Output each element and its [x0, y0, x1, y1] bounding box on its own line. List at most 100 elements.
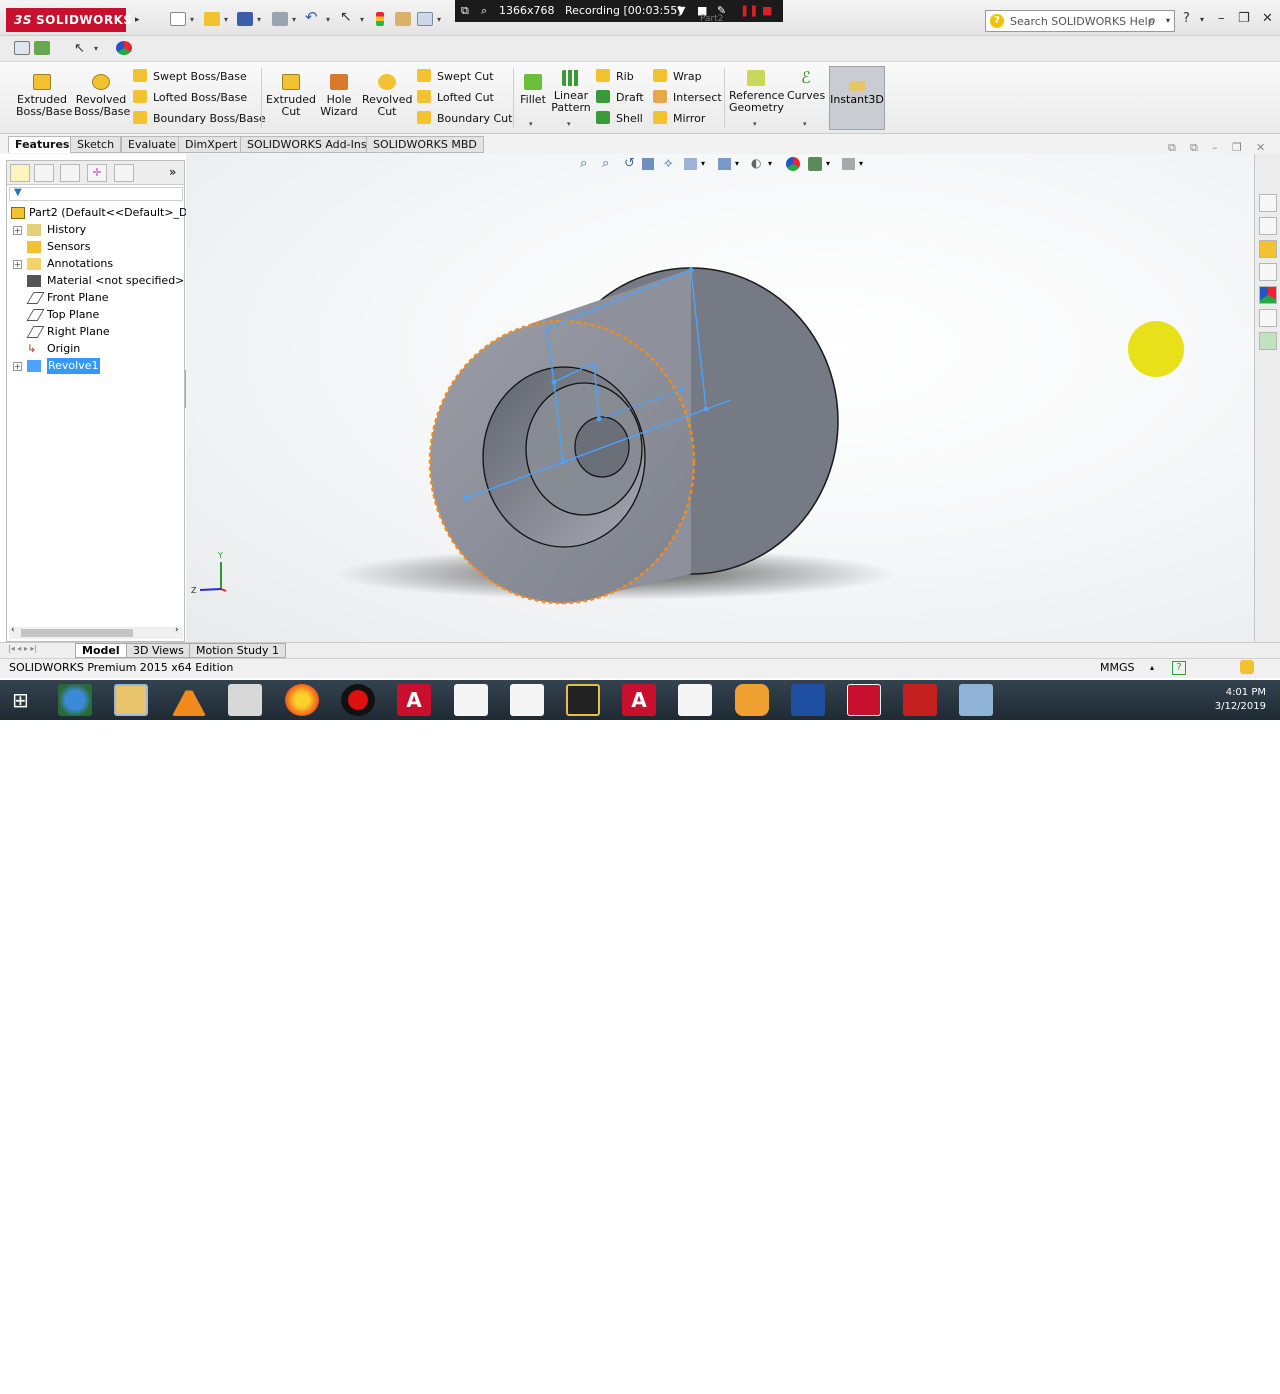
unit-system[interactable]: MMGS [1100, 659, 1135, 677]
recorder-pause-icon[interactable]: ❚❚ [740, 4, 758, 17]
revit-icon[interactable] [791, 684, 825, 716]
tab-mbd[interactable]: SOLIDWORKS MBD [366, 136, 484, 153]
solidworks-taskbar-icon[interactable] [847, 684, 881, 716]
fillet-dropdown-icon[interactable]: ▾ [529, 120, 533, 128]
pointer-icon[interactable]: ↖ [74, 41, 90, 56]
document-icon[interactable] [454, 684, 488, 716]
tile-vertical-icon[interactable]: ⧉ [1190, 141, 1198, 155]
curves-dropdown-icon[interactable]: ▾ [803, 120, 807, 128]
tab-evaluate[interactable]: Evaluate [121, 136, 184, 153]
help-icon[interactable]: ? [1183, 11, 1190, 26]
graphics-restore-icon[interactable]: ❐ [1232, 141, 1242, 154]
appearances-scenes-icon[interactable] [1259, 286, 1277, 304]
tab-model[interactable]: Model [75, 643, 127, 658]
pdf-reader-icon[interactable] [903, 684, 937, 716]
solidworks-resources-icon[interactable] [1259, 194, 1277, 212]
boundary-boss-button[interactable]: Boundary Boss/Base [133, 110, 266, 128]
intersect-button[interactable]: Intersect [653, 89, 722, 107]
curves-button[interactable]: ℰ Curves [787, 70, 825, 102]
swept-cut-button[interactable]: Swept Cut [417, 68, 494, 86]
save-dropdown-icon[interactable]: ▾ [257, 15, 261, 24]
minimize-icon[interactable]: – [1218, 11, 1225, 26]
options-icon[interactable] [417, 12, 433, 26]
draft-button[interactable]: Draft [596, 89, 644, 107]
expand-icon[interactable]: + [13, 226, 22, 235]
vlc-player-icon[interactable] [172, 684, 206, 716]
boundary-cut-button[interactable]: Boundary Cut [417, 110, 512, 128]
system-clock[interactable]: 4:01 PM 3/12/2019 [1215, 686, 1266, 714]
recorder-stop-icon[interactable]: ■ [762, 4, 772, 17]
undo-dropdown-icon[interactable]: ▾ [326, 15, 330, 24]
solidworks-logo[interactable]: 3S SOLIDWORKS ▸ [6, 8, 139, 32]
search-icon[interactable]: ⌕ [1149, 13, 1156, 28]
tree-filter-field[interactable]: ▼ [9, 187, 183, 201]
help-dropdown-icon[interactable]: ▾ [1200, 15, 1204, 24]
scroll-left-icon[interactable]: ‹ [11, 625, 15, 635]
appearance-icon[interactable] [116, 41, 132, 55]
options-dropdown-icon[interactable]: ▾ [437, 15, 441, 24]
notification-icon[interactable] [1240, 660, 1254, 674]
reference-geometry-button[interactable]: Reference Geometry [729, 70, 784, 114]
calculator-icon[interactable] [959, 684, 993, 716]
file-explorer-taskbar-icon[interactable] [114, 684, 148, 716]
view-palette-icon[interactable] [1259, 263, 1277, 281]
pattern-dropdown-icon[interactable]: ▾ [567, 120, 571, 128]
tab-3d-views[interactable]: 3D Views [126, 643, 191, 658]
dimxpert-tab-icon[interactable]: ✛ [87, 164, 107, 182]
rib-button[interactable]: Rib [596, 68, 634, 86]
tile-horizontal-icon[interactable]: ⧉ [1168, 141, 1176, 155]
configuration-icon[interactable] [34, 41, 50, 55]
recorder-dropdown-icon[interactable]: ▼ [677, 4, 685, 17]
windows-start-icon[interactable]: ⊞ [12, 690, 29, 710]
revolved-boss-button[interactable]: Revolved Boss/Base [74, 74, 130, 118]
recorder-zoom-icon[interactable]: ⌕ [481, 4, 487, 18]
firefox-icon[interactable] [285, 684, 319, 716]
feature-manager-icon[interactable] [14, 41, 30, 55]
help-search-box[interactable]: ? Search SOLIDWORKS Help ⌕ ▾ [985, 10, 1175, 32]
pointer-dropdown-icon[interactable]: ▾ [94, 44, 98, 53]
tab-scroll-arrows[interactable]: |◂ ◂ ▸ ▸| [8, 644, 37, 653]
extruded-cut-button[interactable]: Extruded Cut [266, 74, 316, 118]
video-editor-icon[interactable] [566, 684, 600, 716]
open-dropdown-icon[interactable]: ▾ [224, 15, 228, 24]
scrollbar-thumb[interactable] [21, 629, 133, 637]
notepad-icon[interactable] [228, 684, 262, 716]
wrap-button[interactable]: Wrap [653, 68, 702, 86]
unit-system-arrow-icon[interactable]: ▴ [1150, 659, 1154, 677]
tab-features[interactable]: Features [8, 136, 77, 153]
property-manager-tab-icon[interactable] [34, 164, 54, 182]
tree-horizontal-scrollbar[interactable]: ‹ › [9, 625, 183, 639]
file-explorer-icon[interactable] [1259, 240, 1277, 258]
shell-button[interactable]: Shell [596, 110, 643, 128]
undo-icon[interactable]: ↶ [305, 8, 321, 26]
lofted-cut-button[interactable]: Lofted Cut [417, 89, 494, 107]
design-library-icon[interactable] [1259, 217, 1277, 235]
restore-icon[interactable]: ❐ [1238, 11, 1250, 26]
select-dropdown-icon[interactable]: ▾ [360, 15, 364, 24]
uc-browser-icon[interactable] [735, 684, 769, 716]
search-dropdown-icon[interactable]: ▾ [1166, 16, 1170, 25]
feature-tree-tab-icon[interactable] [10, 164, 30, 182]
solidworks-forum-icon[interactable] [1259, 332, 1277, 350]
close-icon[interactable]: ✕ [1262, 11, 1273, 26]
graphics-close-icon[interactable]: ✕ [1256, 141, 1265, 154]
chrome-browser-icon[interactable] [58, 684, 92, 716]
custom-properties-icon[interactable] [1259, 309, 1277, 327]
display-manager-tab-icon[interactable] [114, 164, 134, 182]
expand-icon[interactable]: + [13, 260, 22, 269]
swept-boss-button[interactable]: Swept Boss/Base [133, 68, 247, 86]
mirror-button[interactable]: Mirror [653, 110, 705, 128]
print-icon[interactable] [272, 12, 288, 26]
instant3d-button[interactable]: Instant3D [829, 66, 885, 130]
expand-panel-icon[interactable]: » [169, 165, 176, 179]
autocad-icon[interactable]: A [397, 684, 431, 716]
recorder-window-icon[interactable]: ⧉ [461, 4, 469, 18]
linear-pattern-button[interactable]: Linear Pattern [550, 70, 592, 114]
configuration-manager-tab-icon[interactable] [60, 164, 80, 182]
hole-wizard-button[interactable]: Hole Wizard [318, 74, 360, 118]
graphics-minimize-icon[interactable]: – [1212, 141, 1218, 154]
tab-dimxpert[interactable]: DimXpert [178, 136, 245, 153]
lofted-boss-button[interactable]: Lofted Boss/Base [133, 89, 247, 107]
graphics-area[interactable]: ⌕ ⌕ ↺ ⟡ ▾ ▾ ◐ ▾ ▾ ▾ Y Z [186, 154, 1254, 642]
file-properties-icon[interactable] [395, 12, 411, 26]
